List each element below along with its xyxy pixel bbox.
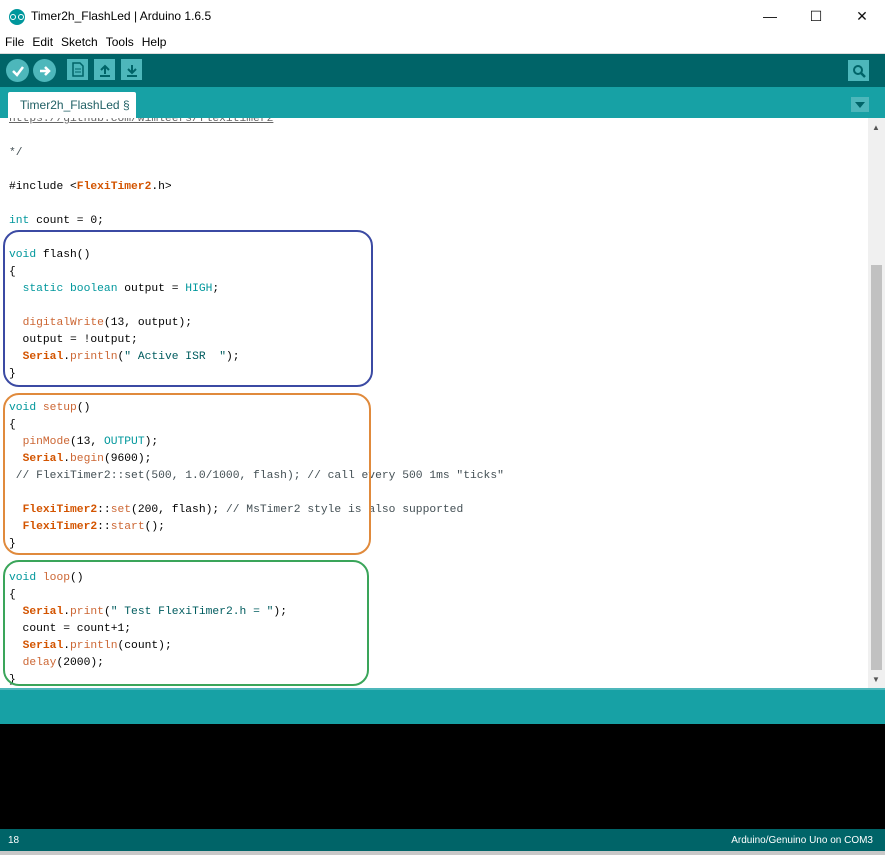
tab-menu-button[interactable]: [851, 97, 869, 112]
scroll-down-icon[interactable]: ▼: [872, 675, 880, 684]
title-bar: Timer2h_FlashLed | Arduino 1.6.5 — ☐ ✕: [0, 0, 885, 32]
menu-tools[interactable]: Tools: [103, 32, 137, 49]
save-icon: [126, 64, 137, 77]
toolbar: [0, 54, 885, 87]
chevron-down-icon: [855, 101, 865, 108]
menu-edit[interactable]: Edit: [29, 32, 56, 49]
board-info: Arduino/Genuino Uno on COM3: [731, 835, 873, 846]
new-button[interactable]: [67, 59, 88, 80]
menu-sketch[interactable]: Sketch: [58, 32, 101, 49]
minimize-button[interactable]: —: [747, 0, 793, 32]
loop-function-highlight: [3, 560, 369, 686]
menu-bar: File Edit Sketch Tools Help: [0, 32, 885, 54]
code-editor[interactable]: https://github.com/wimleers/flexitimer2 …: [0, 118, 868, 688]
code-line: #include <FlexiTimer2.h>: [9, 181, 172, 193]
maximize-button[interactable]: ☐: [793, 0, 839, 32]
code-line: https://github.com/wimleers/flexitimer2: [9, 118, 274, 125]
scroll-up-icon[interactable]: ▲: [872, 123, 880, 132]
code-line: */: [9, 147, 23, 159]
scroll-thumb[interactable]: [871, 265, 882, 670]
verify-button[interactable]: [6, 59, 29, 82]
status-bar: 18 Arduino/Genuino Uno on COM3: [0, 829, 885, 851]
verify-icon: [11, 65, 24, 77]
upload-button[interactable]: [33, 59, 56, 82]
serial-monitor-icon: [852, 64, 866, 78]
open-icon: [99, 64, 110, 77]
tab-sketch[interactable]: Timer2h_FlashLed §: [8, 92, 136, 118]
console-output[interactable]: [0, 724, 885, 829]
code-line: int count = 0;: [9, 215, 104, 227]
window-border: [0, 851, 885, 855]
close-button[interactable]: ✕: [839, 0, 885, 32]
message-area: [0, 688, 885, 726]
window-title: Timer2h_FlashLed | Arduino 1.6.5: [31, 9, 212, 23]
arduino-logo-icon: [9, 9, 25, 25]
line-number: 18: [8, 835, 20, 846]
flash-function-highlight: [3, 230, 373, 387]
tab-bar: Timer2h_FlashLed §: [0, 87, 885, 118]
menu-help[interactable]: Help: [139, 32, 170, 49]
new-icon: [71, 62, 84, 77]
upload-icon: [39, 65, 51, 76]
editor-scrollbar[interactable]: ▲ ▼: [868, 118, 885, 688]
serial-monitor-button[interactable]: [848, 60, 869, 81]
save-button[interactable]: [121, 59, 142, 80]
open-button[interactable]: [94, 59, 115, 80]
menu-file[interactable]: File: [2, 32, 27, 49]
setup-function-highlight: [3, 393, 371, 555]
